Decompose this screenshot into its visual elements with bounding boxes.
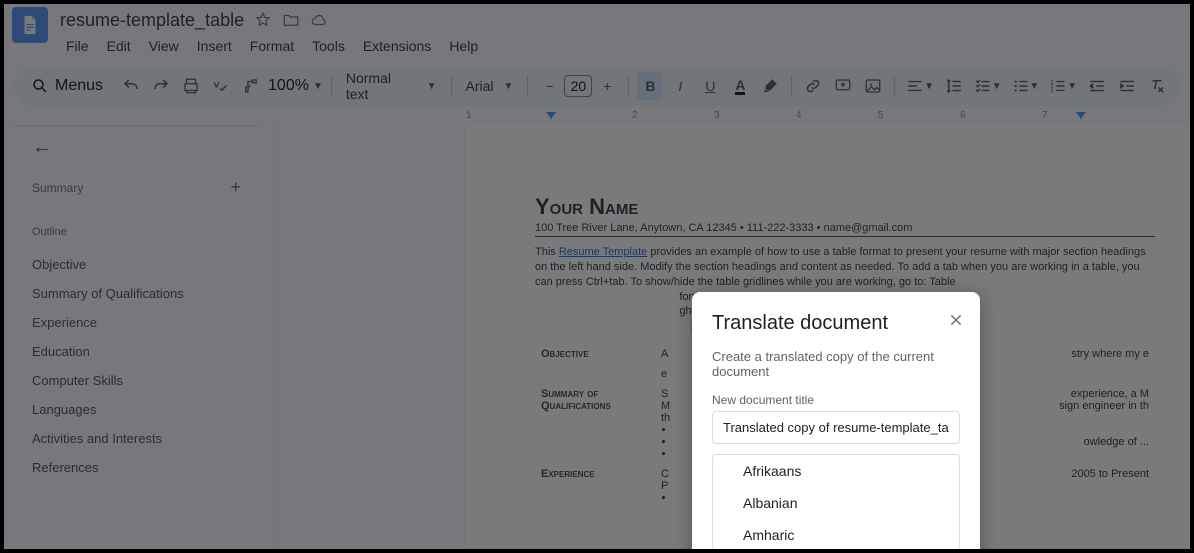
title-input-label: New document title bbox=[712, 393, 960, 407]
translate-dialog: Translate document Create a translated c… bbox=[692, 292, 980, 549]
close-button[interactable] bbox=[946, 310, 966, 330]
language-option[interactable]: Amharic bbox=[713, 519, 959, 549]
language-option[interactable]: Afrikaans bbox=[713, 455, 959, 487]
dialog-description: Create a translated copy of the current … bbox=[712, 349, 960, 379]
language-option[interactable]: Albanian bbox=[713, 487, 959, 519]
language-dropdown-list[interactable]: Afrikaans Albanian Amharic Arabic bbox=[712, 454, 960, 549]
dialog-title: Translate document bbox=[712, 312, 960, 335]
modal-scrim bbox=[4, 4, 1190, 549]
app-window: resume-template_table File Edit View Ins… bbox=[4, 4, 1190, 549]
new-document-title-input[interactable] bbox=[712, 411, 960, 444]
close-icon bbox=[948, 312, 964, 328]
